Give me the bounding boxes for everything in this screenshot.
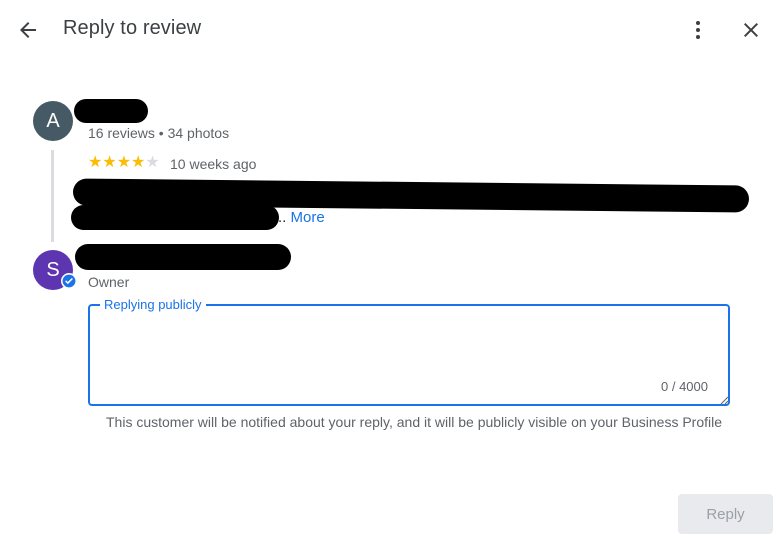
redacted-owner-name: [75, 244, 291, 270]
back-button[interactable]: [12, 14, 44, 46]
owner-avatar-letter: S: [46, 258, 60, 281]
reply-dialog: Reply to review A 16 reviews • 34 photos…: [0, 0, 781, 543]
close-icon: [744, 23, 758, 37]
reviewer-meta: 16 reviews • 34 photos: [88, 125, 230, 141]
verified-check-icon: [62, 274, 76, 288]
more-link[interactable]: .. More: [278, 209, 325, 226]
star-icon: ★: [88, 154, 103, 171]
redacted-reviewer-name: [74, 99, 148, 123]
more-options-button[interactable]: [682, 14, 714, 46]
verified-badge: [61, 273, 77, 289]
thread-line: [51, 150, 54, 242]
redacted-review-text: [71, 205, 279, 230]
star-icon: ★: [102, 154, 117, 171]
resize-handle-icon[interactable]: [719, 395, 729, 405]
star-icon: ★: [131, 154, 146, 171]
more-label[interactable]: More: [291, 209, 325, 226]
reviewer-avatar[interactable]: A: [33, 101, 73, 141]
star-icon: ★: [116, 154, 132, 171]
reply-hint: This customer will be notified about you…: [106, 414, 723, 430]
close-button[interactable]: [735, 14, 767, 46]
star-empty-icon: ★: [145, 154, 160, 171]
review-time: 10 weeks ago: [170, 156, 257, 172]
reply-button[interactable]: Reply: [678, 494, 773, 534]
more-ellipsis: ..: [278, 209, 287, 226]
owner-role: Owner: [88, 274, 130, 290]
page-title: Reply to review: [63, 17, 202, 39]
dialog-header: Reply to review: [0, 0, 781, 58]
reply-field-label: Replying publicly: [100, 297, 206, 312]
reviewer-avatar-letter: A: [46, 109, 60, 132]
star-rating: ★ ★ ★ ★ ★: [88, 155, 160, 171]
arrow-back-icon: [20, 22, 36, 38]
character-counter: 0 / 4000: [661, 379, 708, 394]
more-vert-icon: [696, 21, 700, 39]
reply-input[interactable]: [92, 318, 724, 378]
